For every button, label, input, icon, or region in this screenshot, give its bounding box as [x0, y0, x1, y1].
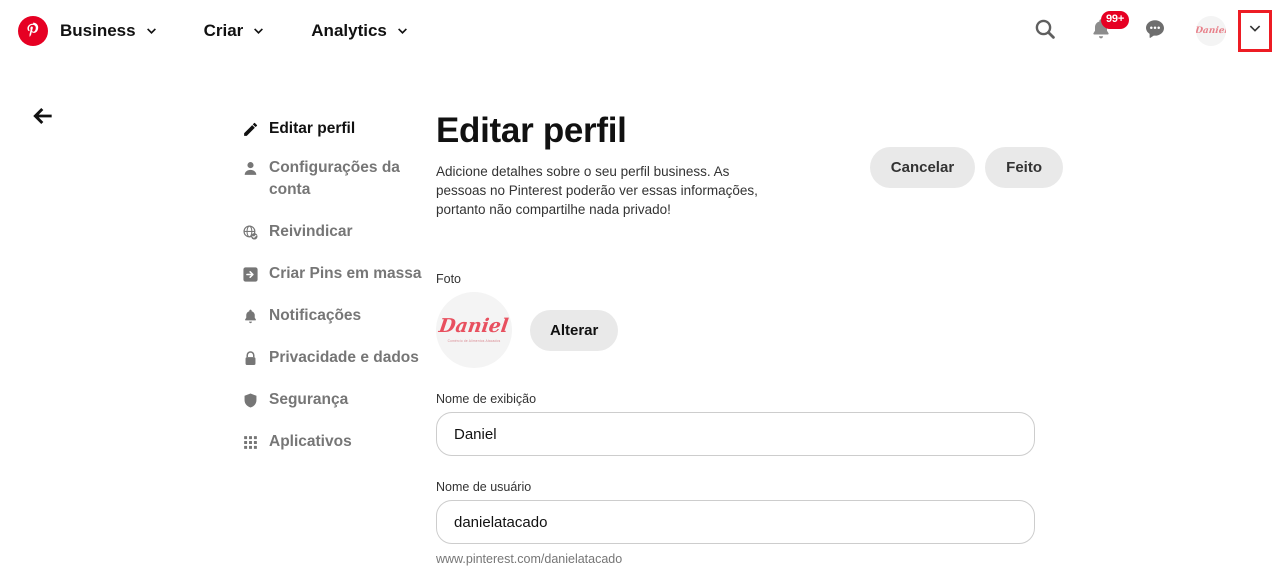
notifications-button[interactable]: 99+ — [1080, 10, 1130, 52]
search-button[interactable] — [1024, 10, 1066, 52]
sidebar-item-label: Criar Pins em massa — [269, 265, 422, 282]
photo-label: Foto — [436, 272, 462, 286]
search-icon — [1033, 17, 1057, 46]
change-photo-button[interactable]: Alterar — [530, 309, 619, 351]
account-menu-chevron-button[interactable] — [1238, 10, 1272, 52]
sidebar-item-criar-pins-em-massa[interactable]: Criar Pins em massa — [240, 263, 425, 285]
sidebar-item-label: Configurações da conta — [269, 159, 400, 198]
sidebar-item-label: Aplicativos — [269, 433, 352, 450]
sidebar-item-seguranca[interactable]: Segurança — [240, 389, 425, 411]
sidebar-item-reivindicar[interactable]: Reivindicar — [240, 221, 425, 243]
cancel-button[interactable]: Cancelar — [869, 147, 976, 188]
nav-item-analytics-label: Analytics — [311, 21, 387, 40]
display-name-input[interactable] — [436, 412, 1035, 456]
chevron-down-icon — [1247, 21, 1263, 42]
sidebar-item-label: Notificações — [269, 307, 362, 324]
sidebar-item-privacidade-e-dados[interactable]: Privacidade e dados — [240, 347, 425, 369]
bell-icon — [240, 306, 260, 326]
photo-row: Daniel Comércio de Alimentos Atacados Al… — [436, 292, 1056, 368]
username-helper-text: www.pinterest.com/danielatacado — [436, 552, 623, 566]
grid-apps-icon — [240, 432, 260, 452]
top-navigation-bar: Business Criar Analytics 99+ Daniel — [0, 0, 1276, 62]
sidebar-item-configuracoes-da-conta[interactable]: Configurações da conta — [240, 157, 425, 201]
sidebar-item-notificacoes[interactable]: Notificações — [240, 305, 425, 327]
photo-section: Foto Daniel Comércio de Alimentos Atacad… — [436, 272, 1056, 368]
display-name-field-group: Nome de exibição — [436, 392, 1056, 456]
arrow-into-box-icon — [240, 264, 260, 284]
lock-icon — [240, 348, 260, 368]
profile-avatar-sublabel: Comércio de Alimentos Atacados — [447, 339, 501, 343]
sidebar-item-label: Segurança — [269, 391, 349, 408]
page-title: Editar perfil — [436, 111, 627, 150]
sidebar-item-label: Privacidade e dados — [269, 349, 419, 366]
sidebar-item-label: Reivindicar — [269, 223, 353, 240]
nav-item-analytics[interactable]: Analytics — [311, 21, 409, 41]
username-label: Nome de usuário — [436, 480, 532, 494]
notifications-badge: 99+ — [1101, 11, 1130, 29]
sidebar-item-aplicativos[interactable]: Aplicativos — [240, 431, 425, 453]
profile-avatar[interactable]: Daniel Comércio de Alimentos Atacados — [436, 292, 512, 368]
username-input[interactable] — [436, 500, 1035, 544]
chevron-down-icon — [252, 25, 265, 38]
username-field-group: Nome de usuário www.pinterest.com/daniel… — [436, 480, 1056, 566]
sidebar-item-editar-perfil[interactable]: Editar perfil — [240, 118, 425, 140]
chevron-down-icon — [145, 25, 158, 38]
pencil-icon — [240, 119, 260, 139]
panel-actions: Cancelar Feito — [869, 147, 1063, 188]
messages-button[interactable] — [1134, 10, 1176, 52]
nav-right-group: 99+ Daniel — [1024, 0, 1276, 62]
avatar: Daniel — [1196, 16, 1226, 46]
nav-item-criar-label: Criar — [203, 21, 244, 40]
shield-icon — [240, 390, 260, 410]
profile-avatar-label: Daniel — [437, 315, 511, 337]
account-avatar-button[interactable]: Daniel — [1190, 10, 1232, 52]
back-button[interactable] — [30, 103, 56, 129]
page-description: Adicione detalhes sobre o seu perfil bus… — [436, 164, 758, 217]
avatar-label: Daniel — [1196, 25, 1226, 36]
globe-check-icon — [240, 222, 260, 242]
chevron-down-icon — [396, 25, 409, 38]
sidebar-item-label: Editar perfil — [269, 120, 356, 137]
nav-item-business-label: Business — [60, 21, 136, 40]
pinterest-logo-icon[interactable] — [18, 16, 48, 46]
display-name-label: Nome de exibição — [436, 392, 537, 406]
arrow-left-icon — [30, 107, 56, 133]
nav-left-group: Business Criar Analytics — [0, 16, 409, 46]
nav-item-criar[interactable]: Criar — [204, 21, 266, 41]
nav-item-business[interactable]: Business — [60, 21, 158, 41]
person-icon — [240, 158, 260, 178]
settings-sidebar: Editar perfil Configurações da conta Rei… — [240, 118, 425, 470]
edit-profile-panel: Editar perfil Adicione detalhes sobre o … — [436, 110, 1063, 566]
done-button[interactable]: Feito — [985, 147, 1063, 188]
chat-bubble-icon — [1143, 17, 1167, 46]
